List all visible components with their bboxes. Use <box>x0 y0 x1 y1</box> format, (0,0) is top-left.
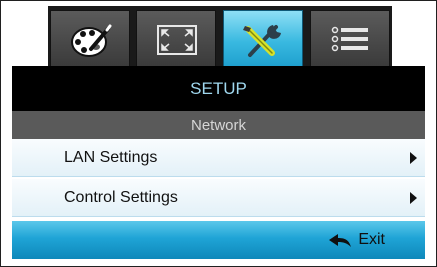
menu-item-lan-settings[interactable]: LAN Settings <box>12 139 425 177</box>
tools-icon <box>243 25 281 57</box>
list-icon <box>331 26 368 52</box>
menu-item-label: Control Settings <box>64 188 178 206</box>
back-arrow-icon <box>329 234 352 247</box>
palette-icon <box>71 24 112 57</box>
tab-options[interactable] <box>310 10 390 67</box>
exit-label: Exit <box>358 231 385 248</box>
menu-title: SETUP <box>12 66 425 111</box>
submenu-arrow-icon <box>410 151 417 164</box>
osd-menu-frame: SETUP Network LAN Settings Control Setti… <box>0 0 437 267</box>
fullscreen-icon <box>157 25 197 55</box>
submenu-arrow-icon <box>410 191 417 204</box>
menu-tab-bar <box>48 6 392 67</box>
tab-display[interactable] <box>136 10 216 67</box>
menu-item-label: LAN Settings <box>64 148 158 166</box>
tab-setup[interactable] <box>223 10 303 67</box>
submenu-title: Network <box>12 111 425 139</box>
exit-button[interactable]: Exit <box>328 231 385 249</box>
exit-bar: Exit <box>12 221 425 259</box>
menu-item-control-settings[interactable]: Control Settings <box>12 179 425 217</box>
tab-image[interactable] <box>50 10 130 67</box>
